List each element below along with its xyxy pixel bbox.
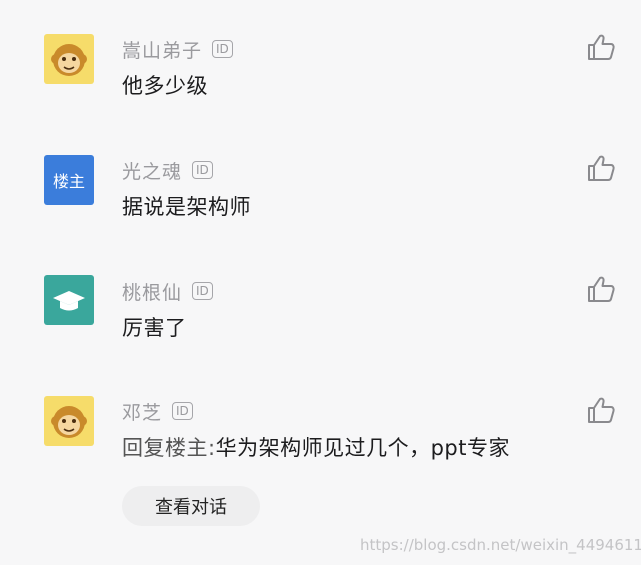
comment-text: 据说是架构师	[122, 195, 251, 219]
view-conversation-button[interactable]: 查看对话	[122, 486, 260, 526]
thumbs-up-icon[interactable]	[586, 274, 616, 304]
id-badge: ID	[172, 402, 193, 420]
comment-text: 回复楼主:华为架构师见过几个，ppt专家	[122, 432, 510, 462]
watermark: https://blog.csdn.net/weixin_44946117	[360, 536, 641, 554]
username[interactable]: 嵩山弟子	[122, 36, 202, 63]
id-badge: ID	[212, 40, 233, 58]
owner-badge-avatar: 楼主	[52, 172, 85, 191]
avatar[interactable]: 楼主	[44, 155, 94, 205]
thumbs-up-icon[interactable]	[586, 32, 616, 62]
comment-text: 厉害了	[122, 316, 187, 340]
username-row: 桃根仙 ID	[122, 278, 213, 304]
thumbs-up-icon[interactable]	[586, 153, 616, 183]
username[interactable]: 桃根仙	[122, 278, 182, 305]
username[interactable]: 光之魂	[122, 157, 182, 184]
username[interactable]: 邓芝	[122, 398, 162, 425]
monkey-avatar-icon	[51, 406, 87, 438]
monkey-avatar-icon	[51, 44, 87, 76]
username-row: 嵩山弟子 ID	[122, 36, 233, 62]
avatar[interactable]	[44, 34, 94, 84]
reply-prefix[interactable]: 回复楼主:	[122, 436, 216, 460]
id-badge: ID	[192, 282, 213, 300]
thumbs-up-icon[interactable]	[586, 395, 616, 425]
graduation-cap-icon	[53, 291, 85, 311]
id-badge: ID	[192, 161, 213, 179]
avatar[interactable]	[44, 275, 94, 325]
avatar[interactable]	[44, 396, 94, 446]
username-row: 邓芝 ID	[122, 398, 193, 424]
username-row: 光之魂 ID	[122, 157, 213, 183]
reply-text: 华为架构师见过几个，ppt专家	[215, 436, 510, 460]
comment-text: 他多少级	[122, 74, 208, 98]
